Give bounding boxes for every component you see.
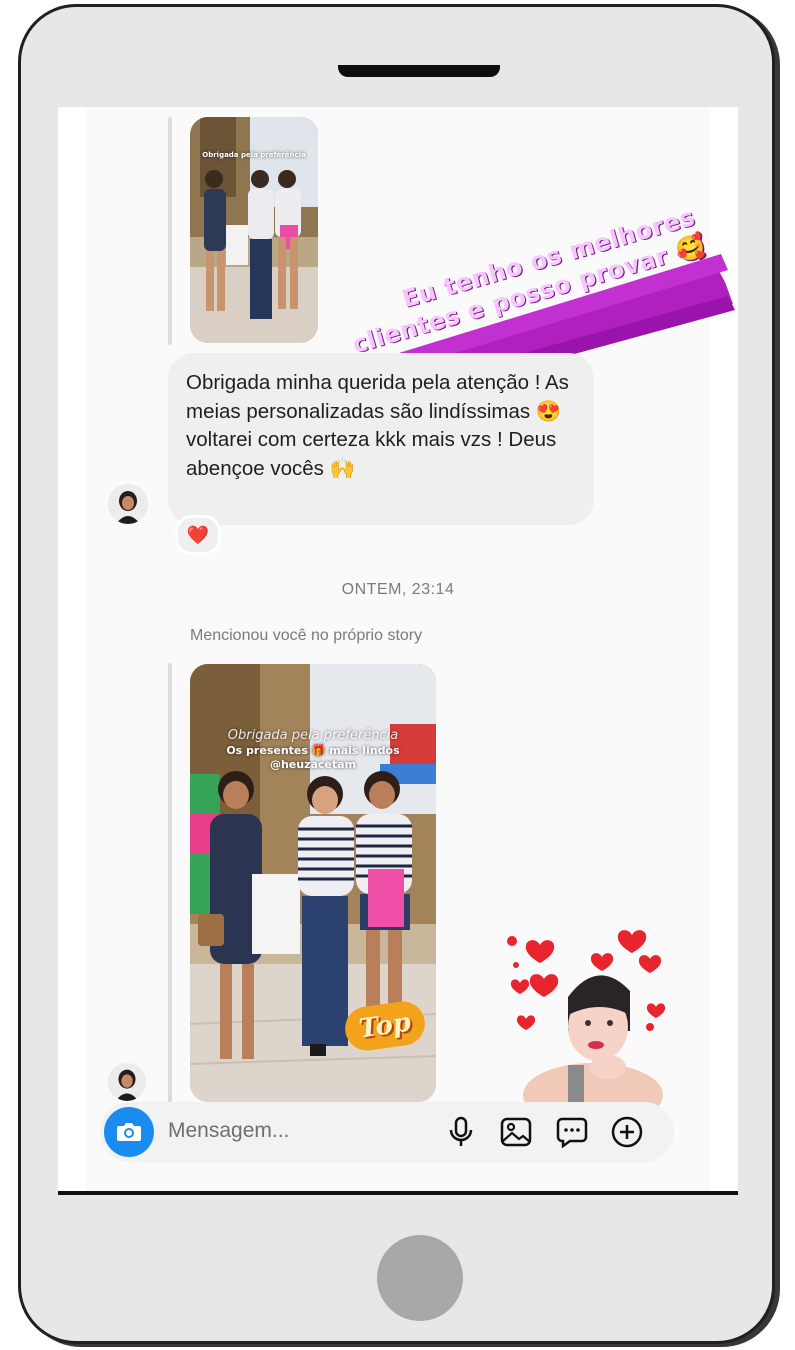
- contact-avatar[interactable]: [108, 484, 148, 524]
- message-input[interactable]: Mensagem...: [168, 1119, 289, 1143]
- story-bottom-line-1: Obrigada pela preferência: [227, 728, 399, 743]
- story-top-line-1: Obrigada pela preferência: [202, 151, 306, 159]
- story-reply-line-2: [168, 663, 172, 1103]
- microphone-icon[interactable]: [444, 1115, 478, 1149]
- timestamp: ONTEM, 23:14: [341, 581, 455, 598]
- message-composer[interactable]: Mensagem...: [100, 1102, 674, 1162]
- story-bottom-handle: @heuzacetam: [269, 758, 357, 771]
- camera-icon: [117, 1123, 141, 1141]
- story-bottom-line-2: Os presentes 🎁 mais lindos: [226, 744, 400, 757]
- contact-avatar-2[interactable]: [108, 1063, 146, 1101]
- home-button[interactable]: [377, 1235, 463, 1321]
- gallery-icon[interactable]: [499, 1115, 533, 1149]
- story-reply-line: [168, 117, 172, 345]
- add-icon[interactable]: [610, 1115, 644, 1149]
- story-thumbnail-top[interactable]: Obrigada pela preferência: [190, 117, 318, 343]
- camera-button[interactable]: [104, 1107, 154, 1157]
- heart-reaction[interactable]: ❤️: [175, 515, 221, 555]
- heart-avatar-sticker: [498, 927, 668, 1127]
- mention-note: Mencionou você no próprio story: [190, 627, 423, 644]
- story-top-overlay: Obrigada pela preferência: [190, 151, 318, 159]
- sticker-chat-icon[interactable]: [555, 1115, 589, 1149]
- dm-screen: Obrigada pela preferência Eu tenho os me…: [58, 107, 738, 1195]
- phone-speaker: [338, 65, 500, 77]
- message-bubble[interactable]: Obrigada minha querida pela atenção ! As…: [168, 353, 594, 525]
- story-thumbnail-bottom[interactable]: Obrigada pela preferência Os presentes 🎁…: [190, 664, 436, 1102]
